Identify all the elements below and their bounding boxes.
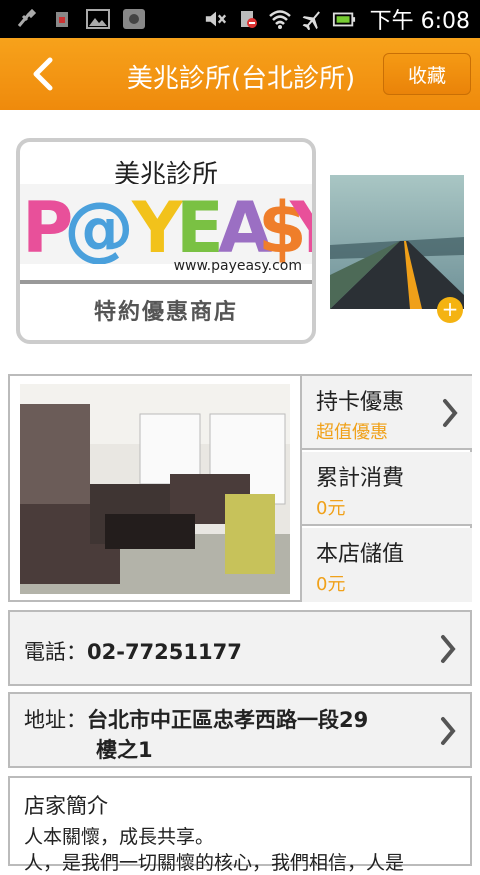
intro-line-1: 人本關懷，成長共享。 [24, 826, 215, 848]
store-info-panel: 持卡優惠 超值優惠 累計消費 0元 本店儲值 0元 [8, 374, 472, 602]
sim-icon [50, 8, 74, 30]
intro-line-2: 人，是我們一切關懷的核心，我們相信，人是 [24, 852, 405, 874]
stored-value-cell: 本店儲值 0元 [302, 528, 472, 602]
store-interior-photo [20, 384, 290, 594]
cell-value: 超值優惠 [316, 422, 388, 443]
cell-value: 0元 [316, 498, 346, 519]
phone-number: 02-77251177 [87, 640, 242, 664]
chevron-right-icon [443, 399, 458, 427]
cell-label: 持卡優惠 [316, 390, 405, 415]
phone-row[interactable]: 電話：02-77251177 [8, 610, 472, 686]
address-label: 地址： [24, 708, 87, 732]
store-logo-card: 美兆診所 P @ Y E A $ Y www.payeasy.com 特約優惠商… [16, 138, 316, 344]
status-bar: 下午 6:08 [0, 0, 480, 38]
svg-text:Y: Y [289, 187, 312, 264]
cell-label: 本店儲值 [316, 542, 405, 567]
back-button[interactable] [26, 54, 62, 94]
address-row[interactable]: 地址：台北市中正區忠孝西路一段29 樓之1 [8, 692, 472, 768]
screenshot-icon [122, 8, 146, 30]
road-thumbnail-image[interactable] [330, 175, 464, 309]
address-line-1: 台北市中正區忠孝西路一段29 [87, 708, 369, 732]
svg-text:E: E [176, 187, 224, 264]
gallery-icon [86, 8, 110, 30]
cell-value: 0元 [316, 574, 346, 595]
no-sim-icon [236, 8, 260, 30]
usb-icon [14, 8, 38, 30]
mute-icon [204, 8, 228, 30]
chevron-right-icon [441, 635, 456, 663]
add-photo-button[interactable]: + [437, 297, 463, 323]
logo-subtitle: 特約優惠商店 [93, 300, 238, 325]
phone-label: 電話： [24, 640, 87, 664]
chevron-right-icon [441, 717, 456, 745]
address-line-2: 樓之1 [96, 738, 153, 762]
favorite-button[interactable]: 收藏 [383, 53, 471, 95]
battery-icon [332, 8, 356, 30]
svg-text:@: @ [64, 187, 134, 264]
wifi-icon [268, 8, 292, 30]
card-discount-cell[interactable]: 持卡優惠 超值優惠 [302, 376, 472, 450]
chevron-left-icon [33, 57, 53, 91]
cell-label: 累計消費 [316, 466, 405, 491]
store-intro-section: 店家簡介 人本關懷，成長共享。 人，是我們一切關懷的核心，我們相信，人是 [8, 776, 472, 874]
logo-url: www.payeasy.com [173, 258, 302, 274]
app-header: 美兆診所(台北診所) 收藏 [0, 38, 480, 110]
status-time: 下午 6:08 [369, 9, 470, 34]
intro-title: 店家簡介 [24, 794, 108, 818]
airplane-icon [300, 8, 324, 30]
page-title: 美兆診所(台北診所) [126, 64, 356, 94]
plus-icon: + [441, 297, 459, 321]
logo-divider [20, 280, 312, 284]
payeasy-logo: P @ Y E A $ Y [20, 184, 312, 269]
total-spending-cell: 累計消費 0元 [302, 452, 472, 526]
